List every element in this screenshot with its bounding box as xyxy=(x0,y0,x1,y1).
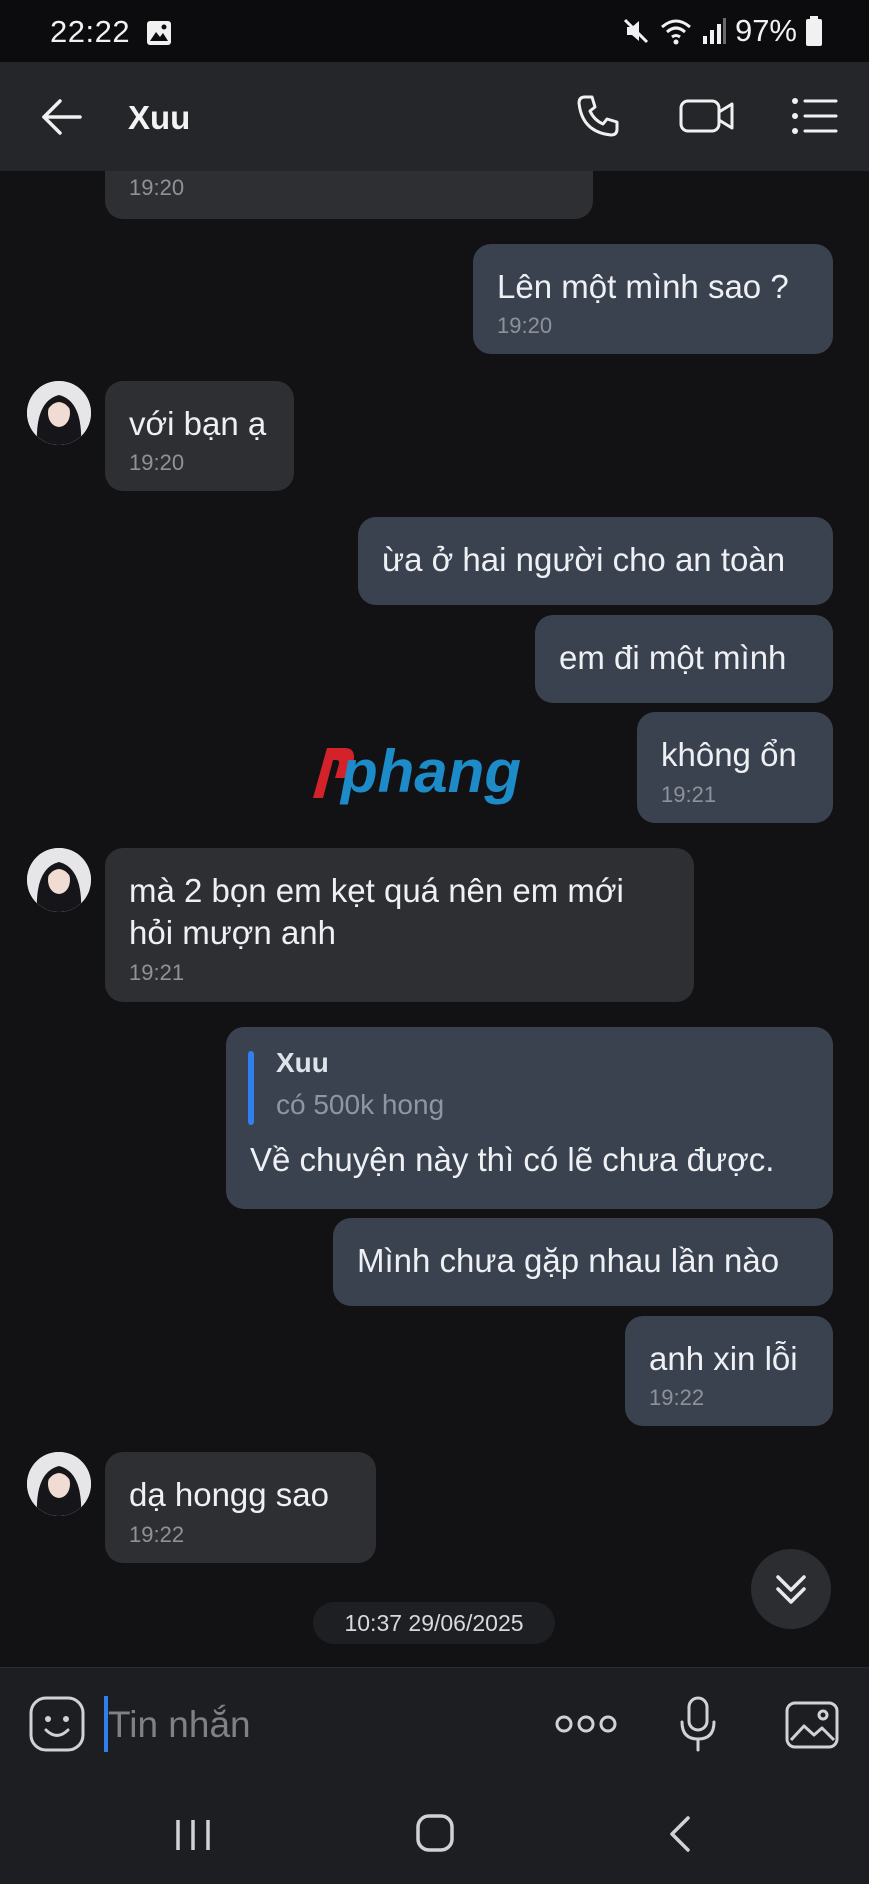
status-bar: 22:22 97% xyxy=(0,0,869,62)
wifi-icon xyxy=(660,19,691,45)
contact-avatar[interactable] xyxy=(27,381,91,445)
message-text: Lên một mình sao ? xyxy=(497,268,789,305)
message-time: 19:20 xyxy=(129,450,185,475)
status-time: 22:22 xyxy=(50,14,131,49)
message-bubble-outgoing[interactable]: anh xin lỗi 19:22 xyxy=(625,1316,833,1426)
message-text: Về chuyện này thì có lẽ chưa được. xyxy=(250,1141,775,1178)
scroll-to-bottom-button[interactable] xyxy=(751,1549,831,1629)
watermark-text: phang xyxy=(339,738,521,805)
message-text: em đi một mình xyxy=(559,639,787,676)
contact-avatar[interactable] xyxy=(27,1452,91,1516)
system-back-icon[interactable] xyxy=(662,1813,698,1855)
signal-icon xyxy=(702,18,726,44)
message-time: 19:21 xyxy=(661,782,717,807)
avatar-image xyxy=(27,848,91,912)
message-time: 19:22 xyxy=(649,1385,705,1410)
message-time: 19:21 xyxy=(129,960,185,985)
mute-icon xyxy=(623,18,649,44)
watermark-logo: phang xyxy=(313,738,521,805)
image-gallery-icon[interactable] xyxy=(784,1700,840,1750)
message-text-line: hỏi mượn anh xyxy=(129,914,337,951)
message-time: 19:20 xyxy=(497,313,553,338)
avatar-image xyxy=(27,381,91,445)
quoted-sender: Xuu xyxy=(276,1047,329,1078)
chat-screen: 22:22 97% Xuu 19:20 Lên một mình sao ? 1… xyxy=(0,0,869,1884)
status-indicators: 97% xyxy=(621,13,823,48)
microphone-icon[interactable] xyxy=(678,1695,718,1753)
more-options-icon[interactable] xyxy=(554,1704,618,1744)
gallery-notification-icon xyxy=(147,21,171,45)
back-arrow-icon[interactable] xyxy=(36,92,86,142)
message-bubble-outgoing-reply[interactable]: Xuu có 500k hong Về chuyện này thì có lẽ… xyxy=(226,1027,833,1209)
message-text: với bạn ạ xyxy=(129,405,267,442)
message-text: ừa ở hai người cho an toàn xyxy=(382,541,786,578)
message-list[interactable]: 19:20 Lên một mình sao ? 19:20 với bạn ạ… xyxy=(0,171,869,1667)
message-composer xyxy=(0,1667,869,1785)
quote-accent-bar xyxy=(248,1051,254,1125)
message-text: không ổn xyxy=(661,736,797,773)
message-bubble-outgoing[interactable]: Mình chưa gặp nhau lần nào xyxy=(333,1218,833,1306)
phone-icon[interactable] xyxy=(574,92,622,140)
chat-header: Xuu xyxy=(0,62,869,171)
message-time: 19:20 xyxy=(129,175,185,200)
avatar-image xyxy=(27,1452,91,1516)
recent-apps-icon[interactable] xyxy=(172,1815,214,1855)
message-text: Mình chưa gặp nhau lần nào xyxy=(357,1242,780,1279)
date-separator: 10:37 29/06/2025 xyxy=(313,1602,555,1644)
contact-name[interactable]: Xuu xyxy=(128,99,190,137)
quoted-text: có 500k hong xyxy=(276,1089,445,1120)
message-bubble-incoming[interactable]: dạ hongg sao 19:22 xyxy=(105,1452,376,1563)
battery-icon xyxy=(806,16,822,46)
message-bubble-outgoing[interactable]: em đi một mình xyxy=(535,615,833,703)
message-bubble-incoming[interactable]: mà 2 bọn em kẹt quá nên em mới hỏi mượn … xyxy=(105,848,694,1002)
message-text: dạ hongg sao xyxy=(129,1476,330,1513)
video-camera-icon[interactable] xyxy=(678,92,736,140)
message-time: 19:22 xyxy=(129,1522,185,1547)
message-bubble-outgoing[interactable]: Lên một mình sao ? 19:20 xyxy=(473,244,833,354)
message-input[interactable] xyxy=(108,1698,528,1752)
emoji-sticker-icon[interactable] xyxy=(28,1695,86,1753)
double-chevron-down-icon xyxy=(776,1575,806,1604)
message-bubble-incoming[interactable]: 19:20 xyxy=(105,171,593,219)
system-navigation-bar xyxy=(0,1785,869,1884)
message-text: anh xin lỗi xyxy=(649,1340,798,1377)
menu-list-icon[interactable] xyxy=(790,94,838,138)
message-bubble-incoming[interactable]: với bạn ạ 19:20 xyxy=(105,381,294,491)
message-text-line: mà 2 bọn em kẹt quá nên em mới xyxy=(129,872,624,909)
message-bubble-outgoing[interactable]: ừa ở hai người cho an toàn xyxy=(358,517,833,605)
contact-avatar[interactable] xyxy=(27,848,91,912)
message-bubble-outgoing[interactable]: không ổn 19:21 xyxy=(637,712,833,823)
home-icon[interactable] xyxy=(414,1812,456,1854)
battery-percent: 97% xyxy=(734,13,797,48)
